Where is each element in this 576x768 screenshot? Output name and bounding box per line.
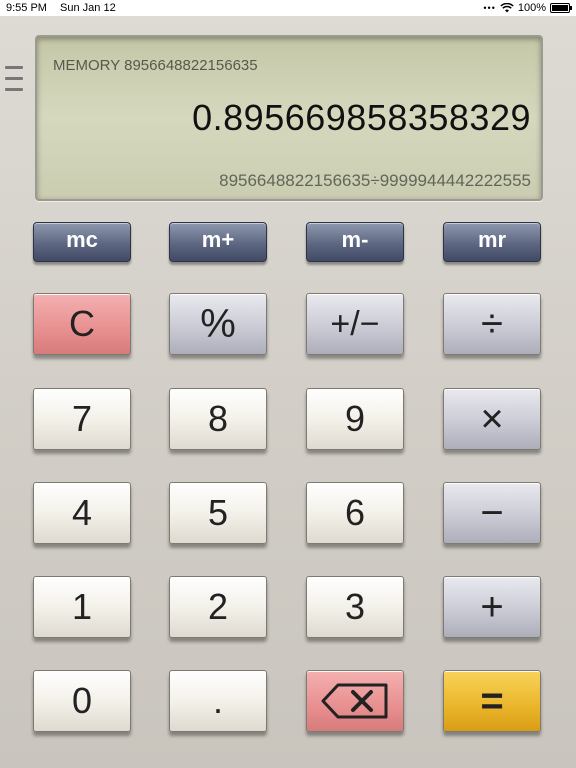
percent-button[interactable]: % [169,293,267,355]
cellular-dots-icon: ••• [483,3,496,13]
digit-2-button[interactable]: 2 [169,576,267,638]
backspace-button[interactable] [306,670,404,732]
digit-4-button[interactable]: 4 [33,482,131,544]
status-left: 9:55 PM Sun Jan 12 [6,2,126,14]
decimal-button[interactable]: . [169,670,267,732]
digit-6-button[interactable]: 6 [306,482,404,544]
memory-clear-button[interactable]: mc [33,222,131,262]
digit-5-button[interactable]: 5 [169,482,267,544]
plus-minus-button[interactable]: +/− [306,293,404,355]
status-right: ••• 100% [483,2,572,14]
digit-9-button[interactable]: 9 [306,388,404,450]
result-value: 0.895669858358329 [192,97,531,138]
add-button[interactable]: + [443,576,541,638]
status-time: 9:55 PM [6,2,47,14]
lcd-display: MEMORY 8956648822156635 0.89566985835832… [35,35,543,201]
backspace-icon [321,683,388,719]
digit-0-button[interactable]: 0 [33,670,131,732]
digit-7-button[interactable]: 7 [33,388,131,450]
expression-readout: 8956648822156635÷9999944442222555 [219,171,531,190]
battery-icon [550,3,572,13]
menu-icon[interactable] [5,66,23,96]
digit-1-button[interactable]: 1 [33,576,131,638]
equals-button[interactable]: = [443,670,541,732]
memory-readout: MEMORY 8956648822156635 [53,57,258,74]
memory-subtract-button[interactable]: m- [306,222,404,262]
clear-button[interactable]: C [33,293,131,355]
digit-8-button[interactable]: 8 [169,388,267,450]
wifi-icon [500,3,514,13]
multiply-button[interactable]: × [443,388,541,450]
memory-recall-button[interactable]: mr [443,222,541,262]
status-bar: 9:55 PM Sun Jan 12 ••• 100% [0,0,576,16]
battery-percent: 100% [517,2,546,14]
subtract-button[interactable]: − [443,482,541,544]
digit-3-button[interactable]: 3 [306,576,404,638]
memory-add-button[interactable]: m+ [169,222,267,262]
status-date: Sun Jan 12 [60,2,116,14]
divide-button[interactable]: ÷ [443,293,541,355]
